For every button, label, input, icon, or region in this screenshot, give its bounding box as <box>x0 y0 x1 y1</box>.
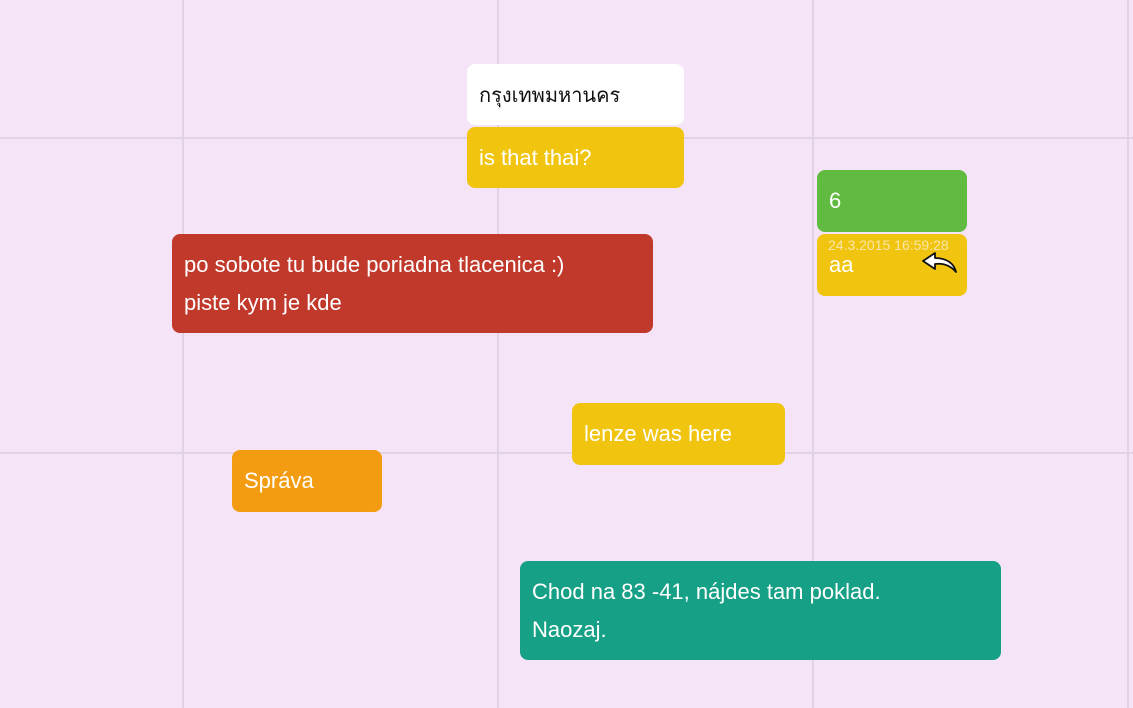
sticky-note-teal[interactable]: Chod na 83 -41, nájdes tam poklad. Naoza… <box>520 561 1001 660</box>
note-text: 6 <box>829 188 842 213</box>
note-text: Správa <box>244 468 314 493</box>
grid-line <box>1127 0 1129 708</box>
sticky-note-is-that-thai[interactable]: is that thai? <box>467 127 684 188</box>
note-line-2: Naozaj. <box>532 617 607 642</box>
sticky-note-lenze[interactable]: lenze was here <box>572 403 785 465</box>
note-text: aa <box>829 252 854 277</box>
sticky-note-six[interactable]: 6 <box>817 170 967 232</box>
sticky-note-aa[interactable]: 24.3.2015 16:59:28 aa <box>817 234 967 296</box>
note-line-1: Chod na 83 -41, nájdes tam poklad. <box>532 579 881 604</box>
grid-line <box>182 0 184 708</box>
sticky-note-red[interactable]: po sobote tu bude poriadna tlacenica :) … <box>172 234 653 333</box>
note-line-2: piste kym je kde <box>184 290 342 315</box>
reply-arrow-icon[interactable] <box>921 250 959 276</box>
note-text: is that thai? <box>479 145 592 170</box>
grid-line <box>0 452 1133 454</box>
sticky-note-thai[interactable]: กรุงเทพมหานคร <box>467 64 684 125</box>
sticky-note-sprava[interactable]: Správa <box>232 450 382 512</box>
message-board: กรุงเทพมหานคร is that thai? 6 24.3.2015 … <box>0 0 1133 708</box>
note-line-1: po sobote tu bude poriadna tlacenica :) <box>184 252 565 277</box>
note-text: lenze was here <box>584 421 732 446</box>
note-text: กรุงเทพมหานคร <box>479 83 621 107</box>
